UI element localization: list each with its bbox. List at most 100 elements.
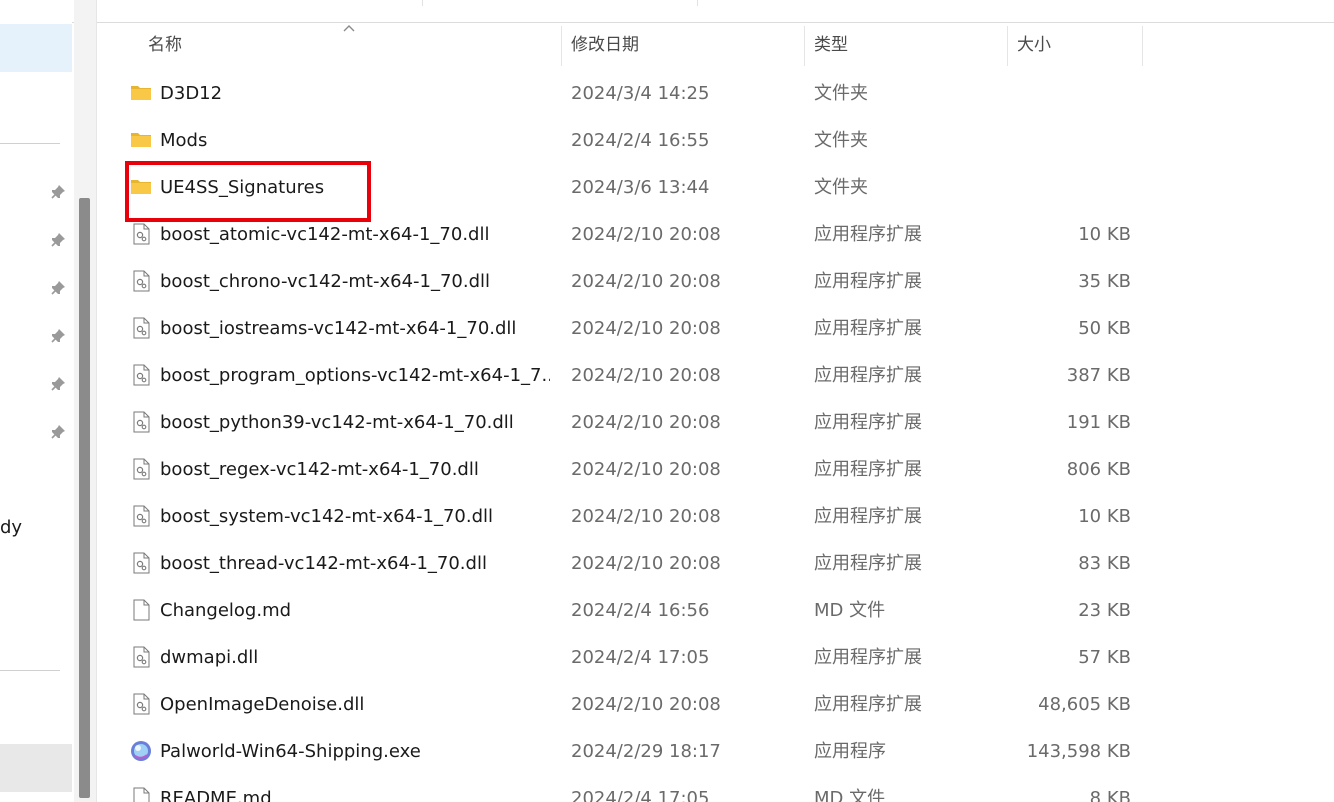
file-modified-date: 2024/2/4 17:05 [571, 647, 710, 668]
file-modified-date: 2024/2/10 20:08 [571, 553, 721, 574]
nav-item-selected[interactable] [0, 24, 72, 72]
column-header-type[interactable]: 类型 [804, 22, 1007, 68]
file-type: 应用程序扩展 [814, 459, 922, 480]
file-modified-date: 2024/2/10 20:08 [571, 694, 721, 715]
file-type: MD 文件 [814, 600, 886, 621]
file-row[interactable]: boost_thread-vc142-mt-x64-1_70.dll 2024/2… [100, 540, 1334, 587]
pin-icon[interactable] [50, 328, 66, 344]
text-file-icon [130, 599, 152, 621]
file-name: boost_system-vc142-mt-x64-1_70.dll [160, 506, 494, 527]
folder-icon [130, 82, 152, 104]
file-row[interactable]: boost_regex-vc142-mt-x64-1_70.dll 2024/2/… [100, 446, 1334, 493]
file-type: 应用程序扩展 [814, 694, 922, 715]
file-name: boost_python39-vc142-mt-x64-1_70.dll [160, 412, 514, 433]
file-modified-date: 2024/2/10 20:08 [571, 412, 721, 433]
file-row[interactable]: Mods 2024/2/4 16:55 文件夹 [100, 117, 1334, 164]
file-row[interactable]: boost_iostreams-vc142-mt-x64-1_70.dll 202… [100, 305, 1334, 352]
file-size: 10 KB [1078, 224, 1131, 245]
toolbar-divider [422, 0, 423, 6]
file-size: 10 KB [1078, 506, 1131, 527]
file-type: 应用程序扩展 [814, 224, 922, 245]
exe-app-icon [130, 740, 152, 762]
text-file-icon [130, 787, 152, 802]
dll-file-icon [130, 223, 152, 245]
file-size: 806 KB [1066, 459, 1131, 480]
pin-icon[interactable] [50, 280, 66, 296]
nav-divider [0, 143, 60, 144]
pin-icon[interactable] [50, 232, 66, 248]
file-modified-date: 2024/3/4 14:25 [571, 83, 710, 104]
file-name: boost_chrono-vc142-mt-x64-1_70.dll [160, 271, 491, 292]
file-modified-date: 2024/2/10 20:08 [571, 224, 721, 245]
dll-file-icon [130, 693, 152, 715]
file-type: 应用程序扩展 [814, 553, 922, 574]
file-modified-date: 2024/2/10 20:08 [571, 271, 721, 292]
dll-file-icon [130, 364, 152, 386]
file-size [1000, 164, 1131, 211]
file-type: 应用程序 [814, 741, 886, 762]
file-modified-date: 2024/2/4 16:56 [571, 600, 710, 621]
file-row[interactable]: README.md 2024/2/4 17:05 MD 文件 8 KB [100, 775, 1334, 802]
file-size: 50 KB [1078, 318, 1131, 339]
dll-file-icon [130, 552, 152, 574]
file-type: 应用程序扩展 [814, 412, 922, 433]
file-name: Changelog.md [160, 600, 292, 621]
file-row[interactable]: boost_system-vc142-mt-x64-1_70.dll 2024/2… [100, 493, 1334, 540]
file-row[interactable]: boost_python39-vc142-mt-x64-1_70.dll 2024… [100, 399, 1334, 446]
file-type: MD 文件 [814, 788, 886, 802]
file-modified-date: 2024/2/4 16:55 [571, 130, 710, 151]
file-type: 应用程序扩展 [814, 647, 922, 668]
file-size [1000, 70, 1131, 117]
toolbar-strip [0, 0, 1334, 23]
file-name: D3D12 [160, 83, 223, 104]
file-modified-date: 2024/2/10 20:08 [571, 318, 721, 339]
file-row[interactable]: Changelog.md 2024/2/4 16:56 MD 文件 23 KB [100, 587, 1334, 634]
nav-item-label[interactable]: dy [0, 517, 22, 538]
nav-scrollbar-thumb[interactable] [79, 198, 90, 798]
dll-file-icon [130, 458, 152, 480]
file-name: boost_regex-vc142-mt-x64-1_70.dll [160, 459, 479, 480]
file-modified-date: 2024/2/29 18:17 [571, 741, 721, 762]
nav-item-highlighted[interactable] [0, 744, 72, 792]
file-row[interactable]: OpenImageDenoise.dll 2024/2/10 20:08 应用程序扩… [100, 681, 1334, 728]
file-type: 应用程序扩展 [814, 271, 922, 292]
dll-file-icon [130, 317, 152, 339]
nav-divider [0, 670, 60, 671]
file-modified-date: 2024/3/6 13:44 [571, 177, 710, 198]
file-type: 文件夹 [814, 83, 868, 104]
file-row[interactable]: boost_chrono-vc142-mt-x64-1_70.dll 2024/2… [100, 258, 1334, 305]
file-name: dwmapi.dll [160, 647, 259, 668]
dll-file-icon [130, 270, 152, 292]
file-name: boost_iostreams-vc142-mt-x64-1_70.dll [160, 318, 517, 339]
file-type: 应用程序扩展 [814, 506, 922, 527]
file-name: boost_thread-vc142-mt-x64-1_70.dll [160, 553, 487, 574]
file-type: 文件夹 [814, 177, 868, 198]
file-size: 191 KB [1066, 412, 1131, 433]
file-row[interactable]: D3D12 2024/3/4 14:25 文件夹 [100, 70, 1334, 117]
file-row[interactable]: boost_program_options-vc142-mt-x64-1_7..… [100, 352, 1334, 399]
column-separator[interactable] [1142, 26, 1143, 66]
file-type: 文件夹 [814, 130, 868, 151]
file-modified-date: 2024/2/4 17:05 [571, 788, 710, 802]
dll-file-icon [130, 646, 152, 668]
column-header-modified[interactable]: 修改日期 [561, 22, 804, 68]
file-type: 应用程序扩展 [814, 365, 922, 386]
file-size: 35 KB [1078, 271, 1131, 292]
file-size: 57 KB [1078, 647, 1131, 668]
file-name: Mods [160, 130, 208, 151]
column-header-name[interactable]: 名称 [138, 22, 558, 68]
column-header-size[interactable]: 大小 [1007, 22, 1142, 68]
pin-icon[interactable] [50, 184, 66, 200]
file-row[interactable]: Palworld-Win64-Shipping.exe 2024/2/29 18:… [100, 728, 1334, 775]
file-modified-date: 2024/2/10 20:08 [571, 459, 721, 480]
highlight-annotation [125, 161, 371, 222]
file-size: 48,605 KB [1038, 694, 1131, 715]
dll-file-icon [130, 411, 152, 433]
dll-file-icon [130, 505, 152, 527]
pin-icon[interactable] [50, 424, 66, 440]
file-size [1000, 117, 1131, 164]
file-row[interactable]: dwmapi.dll 2024/2/4 17:05 应用程序扩展 57 KB [100, 634, 1334, 681]
navigation-pane: dy [0, 0, 72, 802]
folder-icon [130, 129, 152, 151]
pin-icon[interactable] [50, 376, 66, 392]
